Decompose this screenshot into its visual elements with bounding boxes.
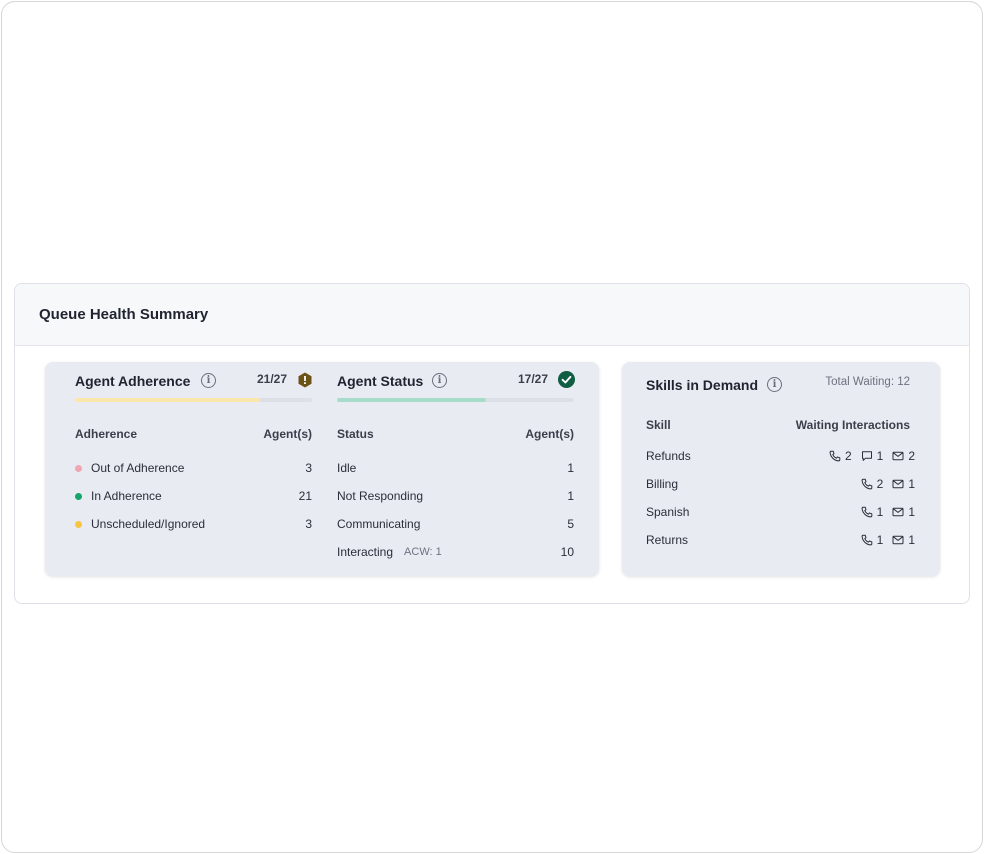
- status-label: Communicating: [337, 517, 421, 531]
- skills-title: Skills in Demand: [646, 377, 759, 393]
- phone-icon: [829, 450, 841, 462]
- status-label: Not Responding: [337, 489, 424, 503]
- acw-label: ACW: 1: [404, 546, 442, 558]
- chat-count: 1: [861, 449, 884, 463]
- status-value: 10: [560, 545, 574, 559]
- skill-name: Refunds: [646, 449, 691, 463]
- email-count-value: 2: [908, 449, 915, 463]
- phone-count: 1: [861, 505, 884, 519]
- adherence-agents-column-header: Agent(s): [263, 427, 312, 441]
- email-count: 2: [892, 449, 915, 463]
- list-item: Refunds 2 1 2: [646, 442, 915, 470]
- phone-count-value: 2: [844, 449, 852, 463]
- list-item: Returns 1 1: [646, 526, 915, 554]
- adherence-value: 3: [305, 461, 312, 475]
- agents-card: Agent Adherence i 21/27 Adherence Agent(…: [45, 362, 599, 576]
- list-item: In Adherence 21: [75, 482, 312, 510]
- total-waiting: Total Waiting: 12: [825, 376, 910, 388]
- skills-list: Refunds 2 1 2 Billing 2 1 Spanish 1 1 Returns 1 1: [646, 442, 915, 554]
- list-item: Unscheduled/Ignored 3: [75, 510, 312, 538]
- adherence-label: Out of Adherence: [91, 461, 185, 475]
- status-list: Idle 1 Not Responding 1 Communicating 5 …: [337, 454, 574, 566]
- phone-count-value: 2: [876, 477, 884, 491]
- status-agents-column-header: Agent(s): [525, 427, 574, 441]
- email-icon: [892, 506, 904, 518]
- panel-header: Queue Health Summary: [15, 284, 969, 346]
- waiting-interactions: 11: [861, 533, 915, 547]
- adherence-label: Unscheduled/Ignored: [91, 517, 206, 531]
- skill-name: Spanish: [646, 505, 690, 519]
- phone-count: 2: [861, 477, 884, 491]
- warning-hexagon-icon: [298, 372, 312, 388]
- waiting-interactions: 11: [861, 505, 915, 519]
- phone-count-value: 1: [876, 533, 884, 547]
- info-icon[interactable]: i: [767, 377, 782, 392]
- list-item: Interacting ACW: 1 10: [337, 538, 574, 566]
- adherence-title: Agent Adherence: [75, 373, 191, 389]
- list-item: Not Responding 1: [337, 482, 574, 510]
- status-label: Interacting: [337, 545, 394, 559]
- adherence-column-header: Adherence: [75, 427, 138, 441]
- status-value: 5: [567, 517, 574, 531]
- phone-count-value: 1: [876, 505, 884, 519]
- list-item: Communicating 5: [337, 510, 574, 538]
- list-item: Spanish 1 1: [646, 498, 915, 526]
- adherence-value: 3: [305, 517, 312, 531]
- adherence-count: 21/27: [257, 372, 288, 386]
- skill-name: Billing: [646, 477, 679, 491]
- status-dot: [75, 464, 82, 472]
- status-value: 1: [567, 461, 574, 475]
- status-dot: [75, 520, 82, 528]
- queue-health-summary-panel: Queue Health Summary Agent Adherence i 2…: [14, 283, 970, 604]
- skill-column-header: Skill: [646, 418, 671, 432]
- adherence-label: In Adherence: [91, 489, 162, 503]
- status-label: Idle: [337, 461, 357, 475]
- check-circle-icon: [558, 371, 575, 388]
- phone-icon: [861, 506, 873, 518]
- status-title: Agent Status: [337, 373, 424, 389]
- email-icon: [892, 450, 904, 462]
- status-progress-track: [337, 398, 574, 402]
- email-count-value: 1: [908, 477, 915, 491]
- adherence-value: 21: [298, 489, 312, 503]
- email-count-value: 1: [908, 505, 915, 519]
- email-count: 1: [892, 477, 915, 491]
- adherence-progress-fill: [75, 398, 260, 402]
- list-item: Idle 1: [337, 454, 574, 482]
- status-progress-fill: [337, 398, 487, 402]
- info-icon[interactable]: i: [432, 373, 447, 388]
- status-column-header: Status: [337, 427, 374, 441]
- status-count: 17/27: [518, 372, 549, 386]
- status-value: 1: [567, 489, 574, 503]
- phone-icon: [861, 534, 873, 546]
- status-dot: [75, 492, 82, 500]
- email-icon: [892, 534, 904, 546]
- adherence-list: Out of Adherence 3 In Adherence 21 Unsch…: [75, 454, 312, 538]
- waiting-interactions: 2 1 2: [829, 449, 915, 463]
- email-icon: [892, 478, 904, 490]
- phone-count: 2: [829, 449, 852, 463]
- waiting-column-header: Waiting Interactions: [795, 418, 910, 432]
- waiting-interactions: 21: [861, 477, 915, 491]
- chat-count-value: 1: [876, 449, 884, 463]
- list-item: Billing 2 1: [646, 470, 915, 498]
- chat-icon: [861, 450, 873, 462]
- email-count: 1: [892, 505, 915, 519]
- phone-icon: [861, 478, 873, 490]
- panel-title: Queue Health Summary: [39, 306, 209, 323]
- adherence-progress-track: [75, 398, 312, 402]
- info-icon[interactable]: i: [201, 373, 216, 388]
- skill-name: Returns: [646, 533, 689, 547]
- skills-card: Skills in Demand i Total Waiting: 12 Ski…: [622, 362, 940, 576]
- email-count-value: 1: [908, 533, 915, 547]
- list-item: Out of Adherence 3: [75, 454, 312, 482]
- phone-count: 1: [861, 533, 884, 547]
- email-count: 1: [892, 533, 915, 547]
